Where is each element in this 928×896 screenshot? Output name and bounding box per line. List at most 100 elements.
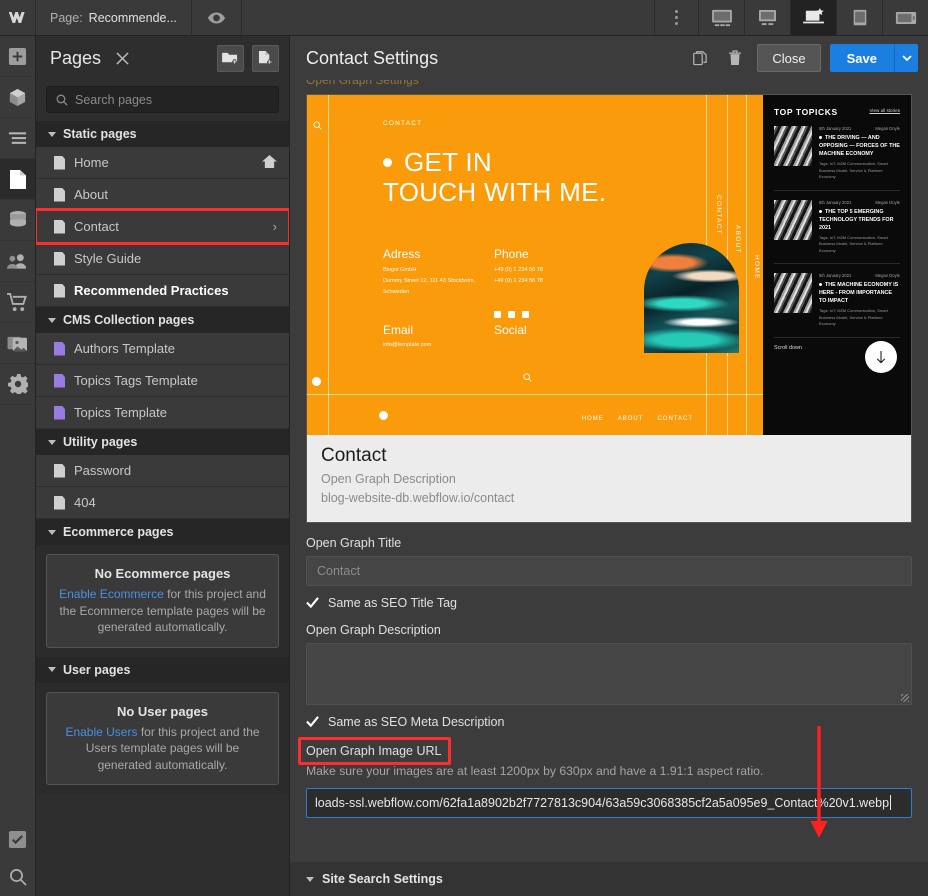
close-pages-panel-button[interactable] <box>109 45 135 71</box>
preview-side-label-contact: CONTACT <box>715 195 722 236</box>
save-button[interactable]: Save <box>829 44 894 72</box>
og-image-url-label-wrap: Open Graph Image URL <box>298 736 451 765</box>
laptop-breakpoint-button[interactable] <box>744 0 790 35</box>
collection-page-icon <box>54 373 65 388</box>
page-row-contact[interactable]: Contact › <box>36 208 289 245</box>
tablet-breakpoint-button[interactable] <box>836 0 882 35</box>
text-caret <box>890 795 892 810</box>
desktop-breakpoint-button[interactable] <box>698 0 744 35</box>
same-as-seo-title-checkbox[interactable] <box>306 596 319 609</box>
page-row-authors-template[interactable]: Authors Template <box>36 333 289 365</box>
main-breakpoint-icon <box>802 8 824 24</box>
audit-button[interactable] <box>0 820 35 858</box>
delete-page-button[interactable] <box>722 45 748 71</box>
preview-email-value: info@template.com <box>383 342 432 348</box>
webflow-logo[interactable] <box>0 0 36 35</box>
group-header-cms-collection-pages[interactable]: CMS Collection pages <box>36 307 289 333</box>
close-icon <box>115 51 129 65</box>
group-label: Utility pages <box>63 435 138 449</box>
preview-nav-contact: CONTACT <box>657 416 693 422</box>
same-as-seo-title-row[interactable]: Same as SEO Title Tag <box>306 596 912 610</box>
page-title: Contact Settings <box>306 47 439 68</box>
page-row-recommended-practices[interactable]: Recommended Practices <box>36 275 289 307</box>
preview-nav-about: ABOUT <box>617 416 644 422</box>
twitter-icon <box>522 311 529 318</box>
rail-search-button[interactable] <box>0 858 35 896</box>
page-row-404[interactable]: 404 <box>36 487 289 519</box>
rail-bottom-group <box>0 820 35 896</box>
settings-scroll-area[interactable]: Open Graph Settings CONTACT GET IN TOUCH… <box>290 80 928 896</box>
preview-toggle-button[interactable] <box>192 0 242 35</box>
preview-phone-line: +49 (0) 1 234 56 78 <box>494 267 543 273</box>
page-row-home[interactable]: Home <box>36 147 289 179</box>
home-icon <box>262 154 277 171</box>
cms-button[interactable] <box>0 200 35 241</box>
page-row-topics-template[interactable]: Topics Template <box>36 397 289 429</box>
ecommerce-button[interactable] <box>0 282 35 323</box>
preview-phone-lines: +49 (0) 1 234 56 78 +49 (0) 1 234 56 78 <box>494 265 543 287</box>
add-elements-button[interactable] <box>0 36 35 77</box>
cms-icon <box>9 211 26 227</box>
preview-article-meta: 5th January 2021 Megan Doyle <box>819 126 900 131</box>
same-as-seo-meta-checkbox[interactable] <box>306 715 319 728</box>
site-search-settings-section[interactable]: Site Search Settings <box>290 862 928 896</box>
preview-article-text: 5th January 2021 Megan Doyle THE DRIVING… <box>819 126 900 181</box>
navigator-button[interactable] <box>0 118 35 159</box>
page-icon <box>54 463 65 478</box>
preview-search-icon <box>313 121 322 133</box>
duplicate-page-button[interactable] <box>687 45 713 71</box>
preview-headline-text: THE DRIVING — AND OPPOSING — FORCES OF T… <box>819 135 900 158</box>
new-page-button[interactable] <box>252 44 279 72</box>
users-button[interactable] <box>0 241 35 282</box>
rail-spacer <box>0 405 35 820</box>
new-page-icon <box>258 50 272 64</box>
preview-top-topics-panel: TOP TOPICKS View all stories 5th January… <box>763 95 911 435</box>
arrow-down-icon <box>876 350 886 363</box>
resize-handle-icon[interactable] <box>901 693 909 702</box>
page-row-password[interactable]: Password <box>36 455 289 487</box>
main-breakpoint-button[interactable] <box>790 0 836 35</box>
save-options-button[interactable] <box>894 44 918 72</box>
og-image-url-input[interactable]: loads-ssl.webflow.com/62fa1a8902b2f77278… <box>306 787 912 818</box>
assets-button[interactable] <box>0 323 35 364</box>
og-title-input[interactable]: Contact <box>306 555 912 586</box>
page-label: Page: <box>50 10 83 25</box>
empty-title: No User pages <box>116 703 209 719</box>
og-description-textarea[interactable] <box>306 642 912 705</box>
preview-heading-line1: GET IN <box>404 147 493 177</box>
group-label: Ecommerce pages <box>63 525 174 539</box>
enable-ecommerce-link[interactable]: Enable Ecommerce <box>59 587 164 601</box>
pages-button[interactable] <box>0 159 35 200</box>
group-header-ecommerce-pages[interactable]: Ecommerce pages <box>36 519 289 545</box>
search-pages-input[interactable]: Search pages <box>46 86 279 113</box>
pages-icon <box>9 169 26 189</box>
more-options-button[interactable] <box>654 0 698 35</box>
preview-side-label-about: ABOUT <box>734 225 741 254</box>
preview-dot <box>379 411 388 420</box>
laptop-icon <box>759 9 776 26</box>
enable-users-link[interactable]: Enable Users <box>65 725 137 739</box>
preview-article-tags: Tags: IoT, M2M Communication, Smart Busi… <box>819 234 888 253</box>
chevron-right-icon[interactable]: › <box>273 219 277 234</box>
collection-page-icon <box>54 405 65 420</box>
preview-phone-title: Phone <box>494 247 529 261</box>
chevron-down-icon <box>48 317 56 323</box>
group-header-utility-pages[interactable]: Utility pages <box>36 429 289 455</box>
current-page-chip[interactable]: Page: Recommende... <box>36 0 192 35</box>
page-row-topics-tags-template[interactable]: Topics Tags Template <box>36 365 289 397</box>
duplicate-icon <box>693 51 707 66</box>
same-as-seo-meta-row[interactable]: Same as SEO Meta Description <box>306 715 912 729</box>
close-button[interactable]: Close <box>757 44 821 72</box>
top-toolbar: Page: Recommende... <box>0 0 928 36</box>
components-button[interactable] <box>0 77 35 118</box>
group-header-user-pages[interactable]: User pages <box>36 656 289 683</box>
chevron-down-icon <box>306 876 314 882</box>
page-row-style-guide[interactable]: Style Guide <box>36 243 289 275</box>
new-folder-button[interactable] <box>217 44 244 72</box>
mobile-breakpoint-button[interactable] <box>882 0 928 35</box>
settings-button[interactable] <box>0 364 35 405</box>
page-row-about[interactable]: About <box>36 179 289 211</box>
preview-article-author: Megan Doyle <box>875 273 900 278</box>
group-header-static-pages[interactable]: Static pages <box>36 121 289 147</box>
linkedin-icon <box>494 311 501 318</box>
